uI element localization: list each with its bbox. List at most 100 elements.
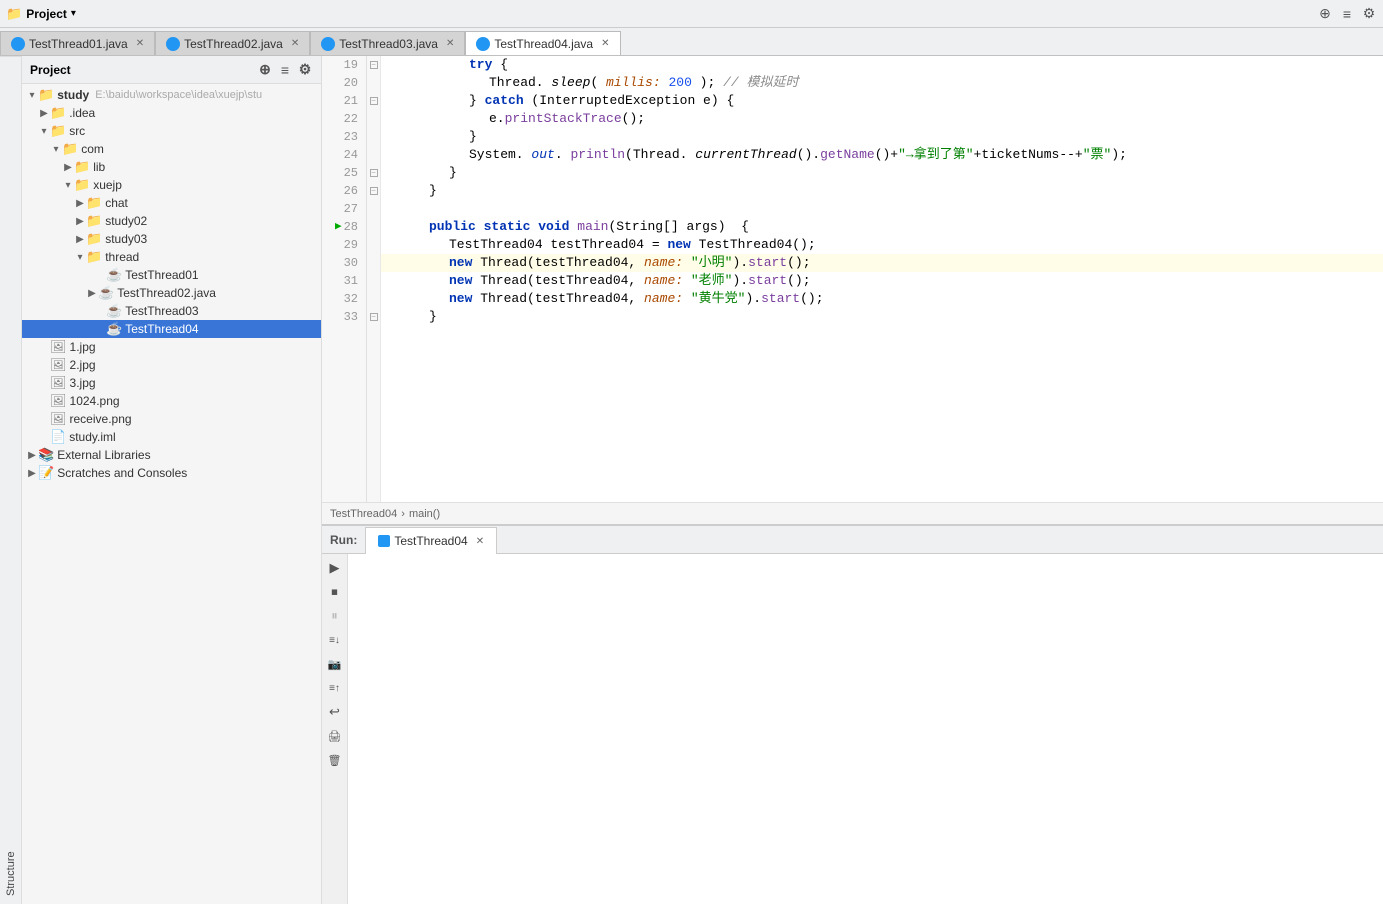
project-tree: ▾ 📁 study E:\baidu\workspace\idea\xuejp\… <box>22 84 321 904</box>
close-tab-icon[interactable]: ✕ <box>446 38 454 49</box>
tab-label: TestThread04.java <box>494 37 593 51</box>
tree-item-com[interactable]: ▾ 📁 com <box>22 140 321 158</box>
sidebar-add-icon[interactable]: ⊕ <box>257 62 273 78</box>
restore-button[interactable]: ↩ <box>325 702 345 722</box>
tab-testthread04[interactable]: TestThread04.java ✕ <box>465 31 620 55</box>
gutter-26: − <box>367 182 380 200</box>
tree-label: 3.jpg <box>70 376 96 390</box>
add-icon[interactable]: ⊕ <box>1317 6 1333 22</box>
tree-item-receivepng[interactable]: 🖼 receive.png <box>22 410 321 428</box>
fold-25[interactable]: − <box>370 169 378 177</box>
gutter-28 <box>367 218 380 236</box>
tree-label: xuejp <box>93 178 122 192</box>
folder-icon: 📁 <box>86 231 102 247</box>
line-num-30: 30 <box>322 254 366 272</box>
java-file-icon: ☕ <box>98 285 114 301</box>
gutter-33: − <box>367 308 380 326</box>
code-text: } <box>449 164 457 182</box>
sidebar: Project ⊕ ≡ ⚙ ▾ 📁 study E:\baidu\workspa… <box>22 56 322 904</box>
code-line-32: new Thread(testThread04, name: "黄牛党").st… <box>381 290 1383 308</box>
stop-button[interactable]: ⏹ <box>325 582 345 602</box>
tree-item-testthread01[interactable]: ☕ TestThread01 <box>22 266 321 284</box>
close-tab-icon[interactable]: ✕ <box>136 38 144 49</box>
bottom-tab-testthread04[interactable]: TestThread04 ✕ <box>365 527 497 555</box>
tree-label: 2.jpg <box>70 358 96 372</box>
line-num-31: 31 <box>322 272 366 290</box>
tree-item-thread[interactable]: ▾ 📁 thread <box>22 248 321 266</box>
run-tab-label: TestThread04 <box>394 534 467 548</box>
tab-testthread02[interactable]: TestThread02.java ✕ <box>155 31 310 55</box>
scroll-top-button[interactable]: ≡↑ <box>325 678 345 698</box>
bottom-tabs: Run: TestThread04 ✕ <box>322 526 1383 554</box>
menu-icon[interactable]: ≡ <box>1339 6 1355 22</box>
code-view[interactable]: 19 20 21 22 23 24 25 26 27 ▶28 29 30 31 … <box>322 56 1383 502</box>
tree-label: lib <box>93 160 105 174</box>
clear-button[interactable]: 🗑 <box>325 750 345 770</box>
tree-item-3jpg[interactable]: 🖼 3.jpg <box>22 374 321 392</box>
line-num-32: 32 <box>322 290 366 308</box>
tree-item-xuejp[interactable]: ▾ 📁 xuejp <box>22 176 321 194</box>
close-tab-icon[interactable]: ✕ <box>291 38 299 49</box>
line-num-33: 33 <box>322 308 366 326</box>
tree-item-src[interactable]: ▾ 📁 src <box>22 122 321 140</box>
tree-item-2jpg[interactable]: 🖼 2.jpg <box>22 356 321 374</box>
gutter-29 <box>367 236 380 254</box>
tree-item-1jpg[interactable]: 🖼 1.jpg <box>22 338 321 356</box>
tree-item-external-libraries[interactable]: ▶ 📚 External Libraries <box>22 446 321 464</box>
print-button[interactable]: 🖨 <box>325 726 345 746</box>
tree-item-studyiml[interactable]: 📄 study.iml <box>22 428 321 446</box>
image-file-icon: 🖼 <box>50 375 67 391</box>
tree-item-testthread02-folder[interactable]: ▶ ☕ TestThread02.java <box>22 284 321 302</box>
tree-item-study02[interactable]: ▶ 📁 study02 <box>22 212 321 230</box>
code-text: System. out. println(Thread. currentThre… <box>469 146 1127 164</box>
tab-testthread03[interactable]: TestThread03.java ✕ <box>310 31 465 55</box>
bottom-panel: Run: TestThread04 ✕ ▶ ⏹ ⏸ ≡↓ 📷 ≡↑ ↩ <box>322 524 1383 904</box>
gutter-23 <box>367 128 380 146</box>
code-text: } <box>469 128 477 146</box>
breadcrumb-method: main() <box>409 508 440 520</box>
sidebar-settings-icon[interactable]: ⚙ <box>297 62 313 78</box>
tree-label: External Libraries <box>57 448 150 462</box>
gutter-30 <box>367 254 380 272</box>
dropdown-arrow[interactable]: ▾ <box>71 8 76 19</box>
fold-21[interactable]: − <box>370 97 378 105</box>
settings-icon[interactable]: ⚙ <box>1361 6 1377 22</box>
run-gutter-icon[interactable]: ▶ <box>335 218 342 236</box>
close-run-tab-icon[interactable]: ✕ <box>476 536 484 547</box>
code-line-25: } <box>381 164 1383 182</box>
arrow-icon: ▶ <box>38 108 50 119</box>
tree-item-chat[interactable]: ▶ 📁 chat <box>22 194 321 212</box>
code-text: new Thread(testThread04, name: "老师").sta… <box>449 272 811 290</box>
gutter-22 <box>367 110 380 128</box>
line-num-21: 21 <box>322 92 366 110</box>
tree-item-study[interactable]: ▾ 📁 study E:\baidu\workspace\idea\xuejp\… <box>22 86 321 104</box>
tree-item-1024png[interactable]: 🖼 1024.png <box>22 392 321 410</box>
tree-item-lib[interactable]: ▶ 📁 lib <box>22 158 321 176</box>
sidebar-header: Project ⊕ ≡ ⚙ <box>22 56 321 84</box>
sidebar-menu-icon[interactable]: ≡ <box>277 62 293 78</box>
scroll-end-button[interactable]: ≡↓ <box>325 630 345 650</box>
fold-19[interactable]: − <box>370 61 378 69</box>
tab-testthread01[interactable]: TestThread01.java ✕ <box>0 31 155 55</box>
sidebar-item-structure[interactable]: Structure <box>1 56 21 904</box>
tree-item-testthread03[interactable]: ☕ TestThread03 <box>22 302 321 320</box>
fold-33[interactable]: − <box>370 313 378 321</box>
tree-item-testthread04[interactable]: ☕ TestThread04 <box>22 320 321 338</box>
arrow-icon: ▾ <box>62 180 74 191</box>
sidebar-item-z[interactable]: Z: <box>0 56 1 904</box>
line-num-27: 27 <box>322 200 366 218</box>
code-lines: try { Thread. sleep( millis: 200 ); // 模… <box>381 56 1383 502</box>
tree-item-idea[interactable]: ▶ 📁 .idea <box>22 104 321 122</box>
tree-label: 1.jpg <box>70 340 96 354</box>
tree-item-scratches[interactable]: ▶ 📝 Scratches and Consoles <box>22 464 321 482</box>
code-text: } <box>429 182 437 200</box>
tree-label: TestThread03 <box>125 304 198 318</box>
java-file-icon: ☕ <box>106 303 122 319</box>
fold-26[interactable]: − <box>370 187 378 195</box>
code-line-21: } catch (InterruptedException e) { <box>381 92 1383 110</box>
run-button[interactable]: ▶ <box>325 558 345 578</box>
screenshot-button[interactable]: 📷 <box>325 654 345 674</box>
close-tab-icon[interactable]: ✕ <box>601 38 609 49</box>
pause-button[interactable]: ⏸ <box>325 606 345 626</box>
tree-item-study03[interactable]: ▶ 📁 study03 <box>22 230 321 248</box>
